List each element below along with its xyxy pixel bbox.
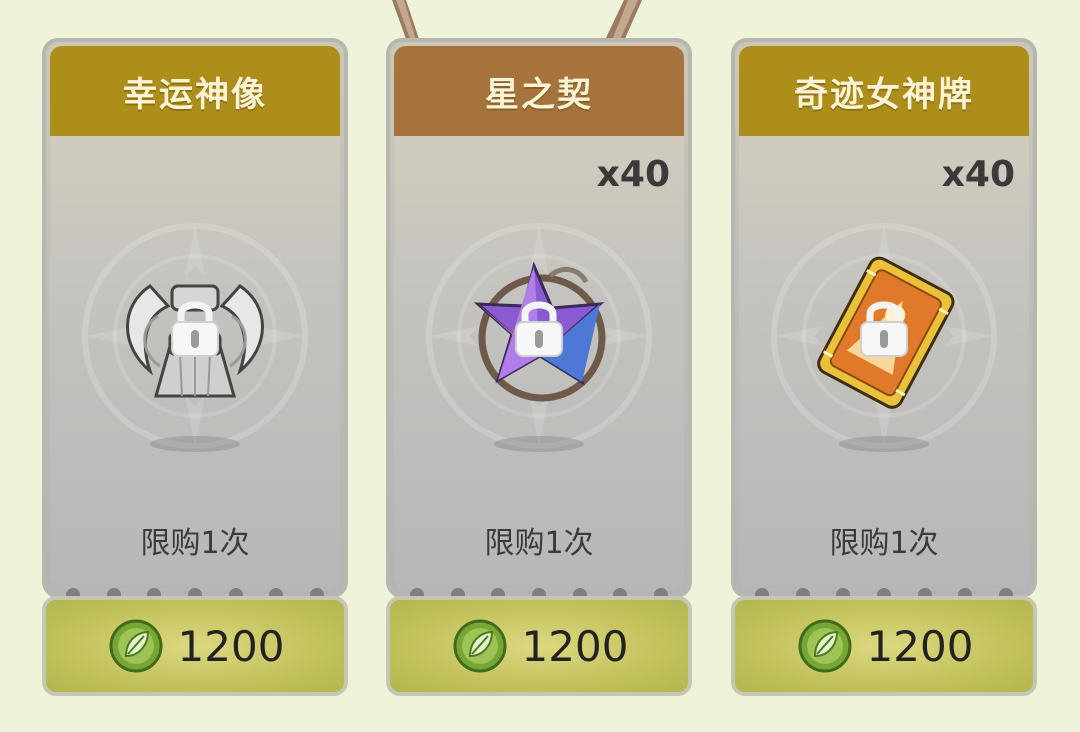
card-title: 幸运神像 [50,46,340,136]
leaf-coin-icon [453,619,507,673]
purchase-limit-label: 限购1次 [829,526,939,561]
purchase-limit-label: 限购1次 [140,526,250,561]
card-title: 星之契 [394,46,684,136]
item-quantity: x40 [596,154,670,195]
lock-icon [860,301,908,357]
card-body: 奇迹女神牌 x40 限购1次 [731,38,1037,598]
purchase-limit-label: 限购1次 [484,526,594,561]
item-shadow [150,436,240,452]
price-value: 1200 [866,621,974,671]
price-value: 1200 [177,621,285,671]
buy-button[interactable]: 1200 [42,596,348,696]
item-quantity: x40 [941,154,1015,195]
shop-card[interactable]: 星之契 x40 限购1次 1200 [386,38,692,698]
shop-card[interactable]: 幸运神像 限购1次 1200 [42,38,348,698]
lock-icon [171,301,219,357]
item-shadow [839,436,929,452]
buy-button[interactable]: 1200 [731,596,1037,696]
buy-button[interactable]: 1200 [386,596,692,696]
shop-item-list: 幸运神像 限购1次 1200 星之契 x40 限购1次 1200 奇迹女神牌 x… [0,0,1080,732]
lock-icon [515,301,563,357]
item-shadow [494,436,584,452]
price-value: 1200 [521,621,629,671]
shop-card[interactable]: 奇迹女神牌 x40 限购1次 1200 [731,38,1037,698]
card-body: 幸运神像 限购1次 [42,38,348,598]
card-body: 星之契 x40 限购1次 [386,38,692,598]
leaf-coin-icon [798,619,852,673]
card-title: 奇迹女神牌 [739,46,1029,136]
leaf-coin-icon [109,619,163,673]
